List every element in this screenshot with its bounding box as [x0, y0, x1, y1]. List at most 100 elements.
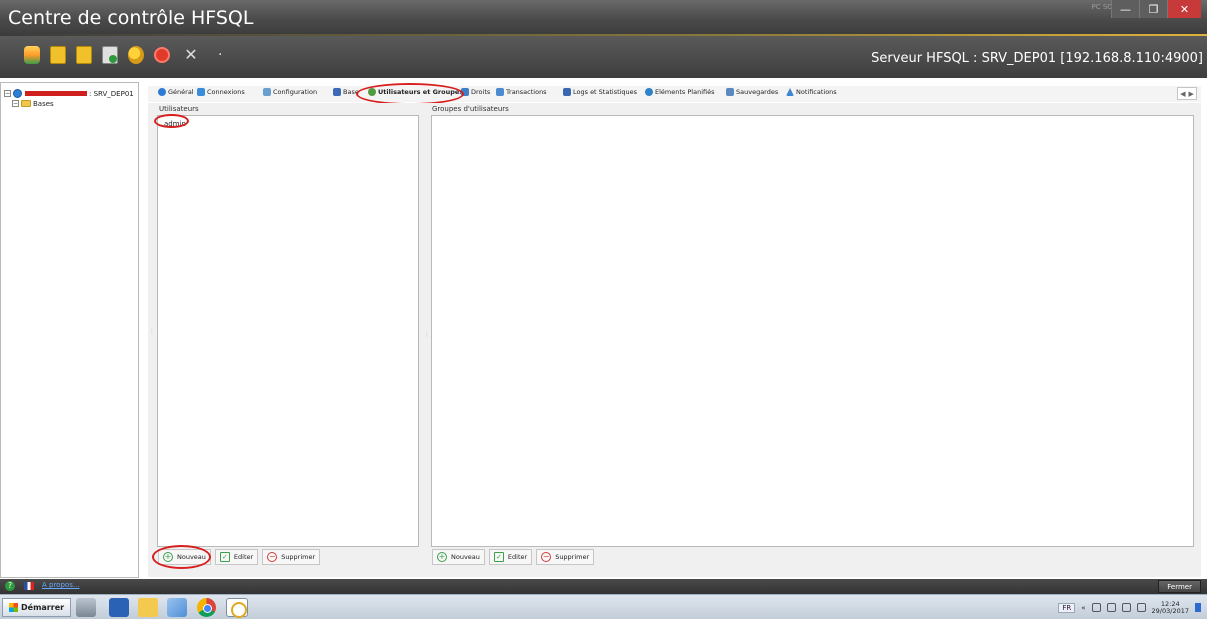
tab-label: Notifications	[796, 88, 837, 96]
volume-icon[interactable]	[1136, 603, 1146, 612]
tab-label: Connexions	[207, 88, 245, 96]
tab-transactions[interactable]: Transactions	[496, 88, 547, 96]
admin-tools-icon[interactable]	[167, 598, 187, 617]
tab-sauvegardes[interactable]: Sauvegardes	[726, 88, 778, 96]
button-label: Editer	[233, 553, 254, 561]
notifications-icon	[786, 88, 794, 96]
collapse-icon[interactable]: −	[4, 90, 11, 97]
flag-icon[interactable]	[24, 582, 34, 590]
toolbar-dot: ·	[218, 47, 223, 63]
new-user-button[interactable]: + Nouveau	[158, 549, 211, 565]
clock[interactable]: 12:24 29/03/2017	[1152, 600, 1189, 615]
tab-label: Droits	[471, 88, 491, 96]
minimize-button[interactable]: —	[1111, 0, 1139, 18]
maximize-button[interactable]: ❐	[1139, 0, 1167, 18]
tab-label: Sauvegardes	[736, 88, 779, 96]
tab-label: Transactions	[506, 88, 547, 96]
tab-label: Utilisateurs et Groupes	[378, 88, 464, 96]
groups-list[interactable]	[431, 115, 1194, 547]
tab-scroll-arrows[interactable]: ◀ ▶	[1177, 87, 1197, 100]
tab-notifications[interactable]: Notifications	[786, 88, 837, 96]
plus-icon: +	[437, 552, 447, 562]
language-indicator[interactable]: FR	[1058, 602, 1076, 613]
window-title: Centre de contrôle HFSQL	[8, 7, 254, 29]
delete-group-button[interactable]: − Supprimer	[536, 549, 595, 565]
toolbar-icons: ✕ ·	[24, 46, 222, 64]
start-label: Démarrer	[21, 603, 65, 612]
new-group-button[interactable]: + Nouveau	[432, 549, 485, 565]
tab-logs[interactable]: Logs et Statistiques	[563, 88, 637, 96]
main-toolbar: ✕ · Serveur HFSQL : SRV_DEP01 [192.168.8…	[0, 36, 1207, 78]
server-icon	[13, 89, 22, 98]
users-label: Utilisateurs	[159, 105, 199, 113]
tools-icon[interactable]: ✕	[180, 46, 202, 64]
database-icon[interactable]	[24, 46, 40, 64]
tab-connexions[interactable]: Connexions	[197, 88, 245, 96]
edit-user-button[interactable]: ✓ Editer	[214, 549, 259, 565]
edit-icon: ✓	[493, 552, 504, 562]
flag-tray-icon[interactable]	[1091, 603, 1101, 612]
tab-label: Base	[343, 88, 359, 96]
close-button[interactable]: Fermer	[1158, 580, 1201, 593]
taskbar: Démarrer FR « 12:24 29/03/2017	[0, 594, 1207, 619]
tab-elements-planifies[interactable]: Eléments Planifiés	[645, 88, 714, 96]
chrome-icon[interactable]	[197, 598, 216, 617]
powershell-icon[interactable]	[109, 598, 129, 617]
minus-icon: −	[541, 552, 552, 562]
status-bar: ? A propos... Fermer	[0, 579, 1207, 594]
users-icon	[368, 88, 376, 96]
list-item[interactable]: admin	[164, 120, 186, 128]
bases-label: Bases	[33, 99, 54, 108]
button-label: Nouveau	[451, 553, 480, 561]
document-add-icon[interactable]	[102, 46, 118, 64]
info-icon	[158, 88, 166, 96]
config-icon	[263, 88, 271, 96]
tab-utilisateurs-groupes[interactable]: Utilisateurs et Groupes	[368, 88, 463, 96]
tree-node-bases[interactable]: − Bases	[12, 98, 54, 109]
edit-icon: ✓	[219, 552, 230, 562]
splitter-middle[interactable]: ⋮	[424, 332, 430, 338]
title-bar: Centre de contrôle HFSQL PC SOFT — ❐ ✕	[0, 0, 1207, 36]
server-tree: − : SRV_DEP01 − Bases	[0, 82, 139, 578]
stop-icon[interactable]	[154, 47, 170, 63]
transactions-icon	[496, 88, 504, 96]
network-icon[interactable]	[1106, 603, 1116, 612]
show-desktop-button[interactable]	[1195, 603, 1201, 612]
server-manager-icon[interactable]	[76, 598, 96, 617]
tab-configuration[interactable]: Configuration	[263, 88, 317, 96]
chevron-left-icon[interactable]: ◀	[1180, 90, 1185, 98]
tab-label: Eléments Planifiés	[655, 88, 715, 96]
document-icon[interactable]	[76, 46, 92, 64]
server-node-label: : SRV_DEP01	[89, 89, 134, 98]
collapse-icon[interactable]: −	[12, 100, 19, 107]
rights-icon	[461, 88, 469, 96]
system-tray: FR « 12:24 29/03/2017	[1058, 599, 1201, 616]
group-icon[interactable]	[128, 46, 144, 64]
folder-icon	[21, 100, 31, 107]
users-buttons: + Nouveau ✓ Editer − Supprimer	[158, 549, 321, 565]
plus-icon: +	[163, 552, 173, 562]
splitter-left[interactable]: ⋮	[149, 329, 155, 335]
windows-logo-icon	[9, 603, 18, 612]
groups-buttons: + Nouveau ✓ Editer − Supprimer	[432, 549, 595, 565]
button-label: Supprimer	[281, 553, 316, 561]
explorer-folder-icon[interactable]	[138, 598, 158, 617]
chevron-right-icon[interactable]: ▶	[1189, 90, 1194, 98]
edit-group-button[interactable]: ✓ Editer	[488, 549, 533, 565]
tab-bar: Général Connexions Configuration Base Ut…	[148, 86, 1201, 102]
tab-droits[interactable]: Droits	[461, 88, 490, 96]
backup-icon	[726, 88, 734, 96]
about-link[interactable]: A propos...	[42, 581, 80, 589]
start-button[interactable]: Démarrer	[2, 598, 72, 617]
button-label: Supprimer	[555, 553, 590, 561]
tab-base[interactable]: Base	[333, 88, 359, 96]
close-window-button[interactable]: ✕	[1167, 0, 1201, 18]
monitor-icon[interactable]	[1121, 603, 1131, 612]
users-list[interactable]: admin	[157, 115, 419, 547]
tab-general[interactable]: Général	[158, 88, 194, 96]
document-icon[interactable]	[50, 46, 66, 64]
delete-user-button[interactable]: − Supprimer	[262, 549, 321, 565]
hfsql-app-icon[interactable]	[226, 598, 248, 618]
tray-expand-icon[interactable]: «	[1081, 604, 1085, 612]
help-icon[interactable]: ?	[5, 581, 15, 591]
